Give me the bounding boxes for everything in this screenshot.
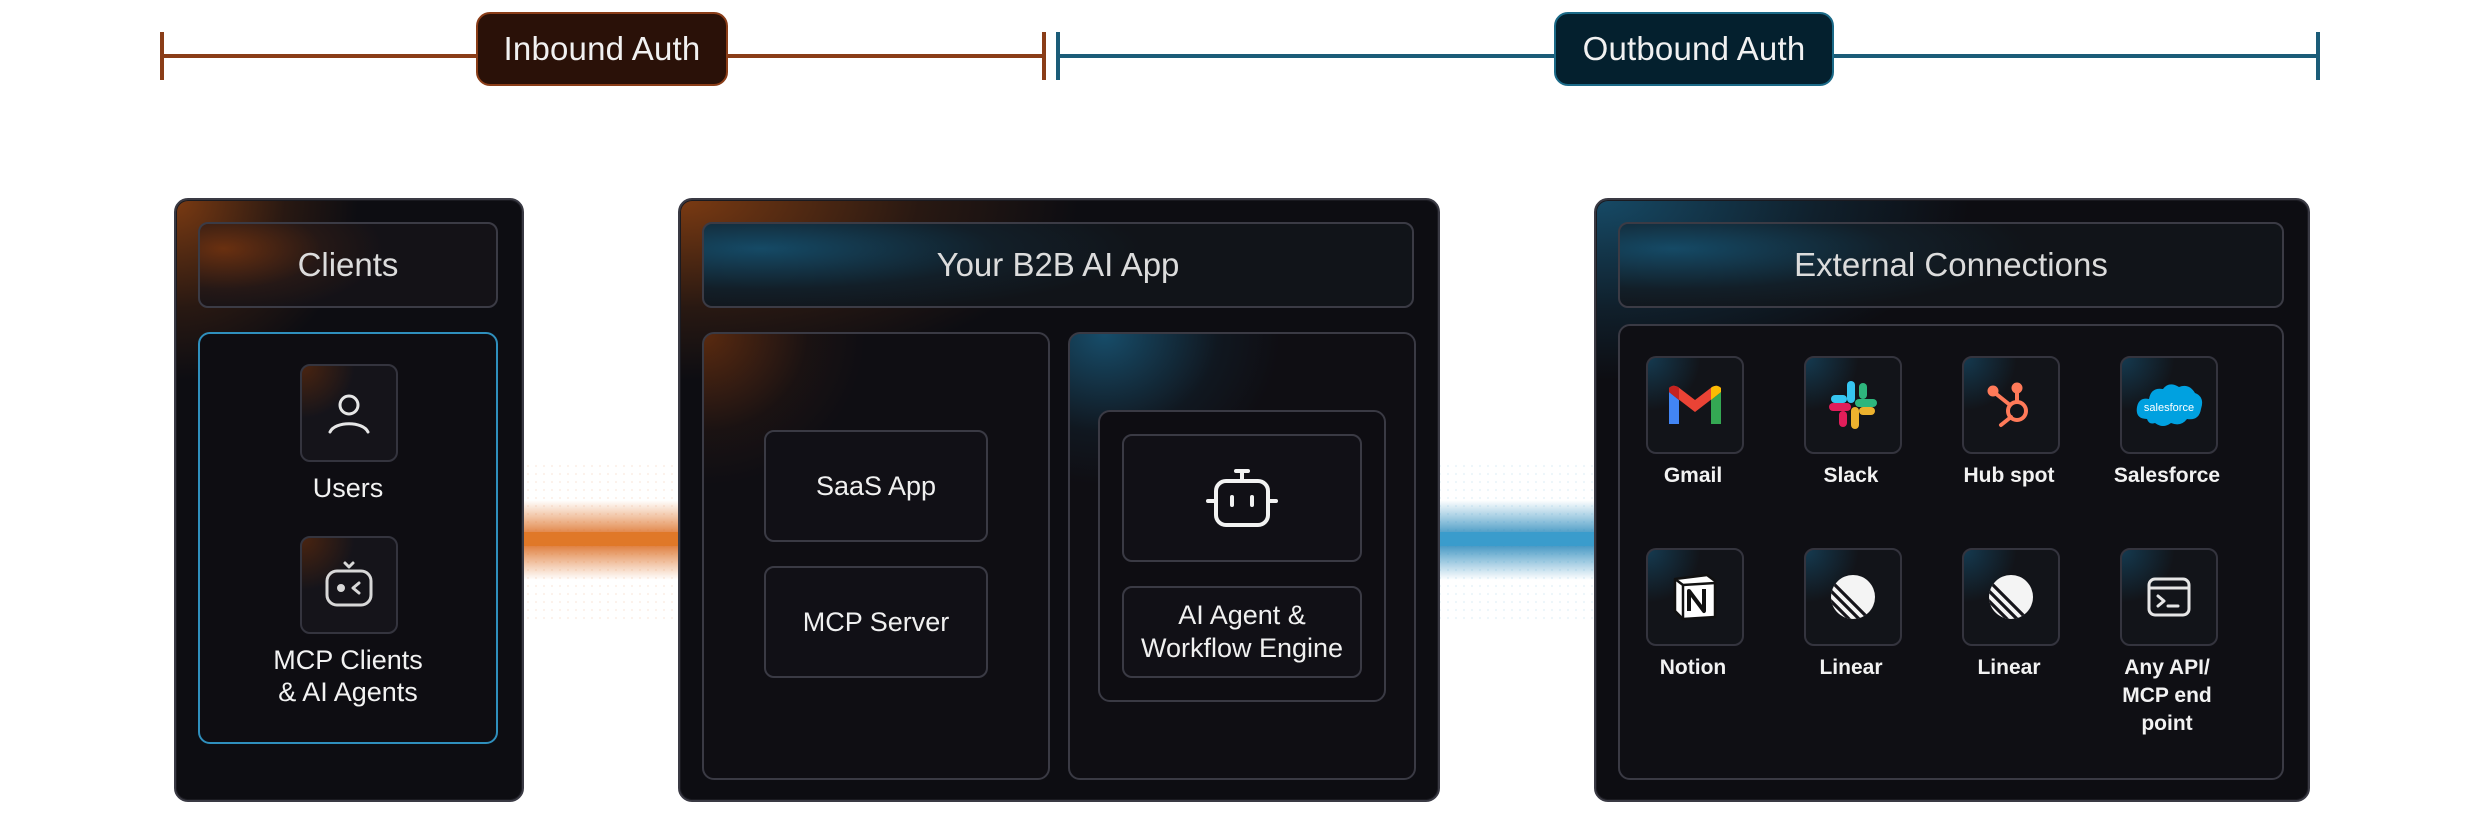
salesforce-label: Salesforce: [2113, 464, 2221, 487]
saas-app-card[interactable]: SaaS App: [764, 430, 988, 542]
slack-tile[interactable]: [1804, 356, 1902, 454]
notion-tile[interactable]: [1646, 548, 1744, 646]
gmail-icon: [1669, 385, 1721, 424]
slack-label: Slack: [1823, 464, 1879, 487]
any-api-tile[interactable]: [2120, 548, 2218, 646]
mcp-clients-label-line2: & AI Agents: [278, 677, 418, 707]
mcp-server-card[interactable]: MCP Server: [764, 566, 988, 678]
hubspot-icon: [1987, 382, 2028, 427]
clients-list: Users MCP Clients & AI Agents: [198, 332, 498, 744]
outbound-bar-right-cap: [2316, 32, 2320, 80]
notion-icon: [1673, 573, 1717, 621]
connections-grid: Gmail Slack Hub spot salesforce Salesfor…: [1618, 324, 2284, 780]
salesforce-tile[interactable]: salesforce: [2120, 356, 2218, 454]
app-right-group: AI Agent & Workflow Engine: [1068, 332, 1416, 780]
any-api-label-line2: MCP end: [2122, 684, 2212, 707]
salesforce-icon: salesforce: [2136, 384, 2203, 426]
robot-face-icon: [325, 561, 373, 607]
hubspot-tile[interactable]: [1962, 356, 2060, 454]
outbound-auth-label: Outbound Auth: [1554, 12, 1834, 86]
external-title: External Connections: [1618, 222, 2284, 308]
linear-tile-1[interactable]: [1804, 548, 1902, 646]
app-title: Your B2B AI App: [702, 222, 1414, 308]
mcp-clients-tile[interactable]: [300, 536, 398, 634]
mcp-clients-label: MCP Clients & AI Agents: [200, 644, 496, 708]
any-api-label-line1: Any API/: [2124, 656, 2210, 679]
linear-icon: [1831, 575, 1875, 619]
gmail-label: Gmail: [1663, 464, 1723, 487]
any-api-label: Any API/ MCP end point: [2094, 654, 2240, 738]
inbound-bar-right-cap: [1042, 32, 1046, 80]
linear-tile-2[interactable]: [1962, 548, 2060, 646]
linear-icon: [1989, 575, 2033, 619]
app-panel: Your B2B AI App SaaS App MCP Server AI A…: [678, 198, 1440, 802]
hubspot-label: Hub spot: [1963, 464, 2055, 487]
user-icon: [328, 394, 370, 434]
notion-label: Notion: [1659, 656, 1727, 679]
agent-engine-card[interactable]: AI Agent & Workflow Engine: [1122, 586, 1362, 678]
slack-icon: [1829, 381, 1877, 429]
salesforce-logo-text: salesforce: [2144, 402, 2194, 414]
app-left-group: SaaS App MCP Server: [702, 332, 1050, 780]
robot-icon: [1206, 469, 1278, 527]
users-tile[interactable]: [300, 364, 398, 462]
any-api-label-line3: point: [2141, 712, 2193, 735]
linear-label-2: Linear: [1977, 656, 2041, 679]
agent-group: AI Agent & Workflow Engine: [1098, 410, 1386, 702]
agent-label-line2: Workflow Engine: [1140, 633, 1344, 663]
inbound-auth-label: Inbound Auth: [476, 12, 728, 86]
external-panel: External Connections Gmail Slack Hub spo…: [1594, 198, 2310, 802]
agent-icon-card[interactable]: [1122, 434, 1362, 562]
terminal-window-icon: [2147, 577, 2191, 617]
users-label: Users: [312, 473, 384, 503]
gmail-tile[interactable]: [1646, 356, 1744, 454]
linear-label-1: Linear: [1819, 656, 1883, 679]
agent-label-line1: AI Agent &: [1178, 600, 1306, 630]
clients-panel: Clients Users MCP Clients & AI Agents: [174, 198, 524, 802]
clients-title: Clients: [198, 222, 498, 308]
mcp-clients-label-line1: MCP Clients: [273, 645, 423, 675]
